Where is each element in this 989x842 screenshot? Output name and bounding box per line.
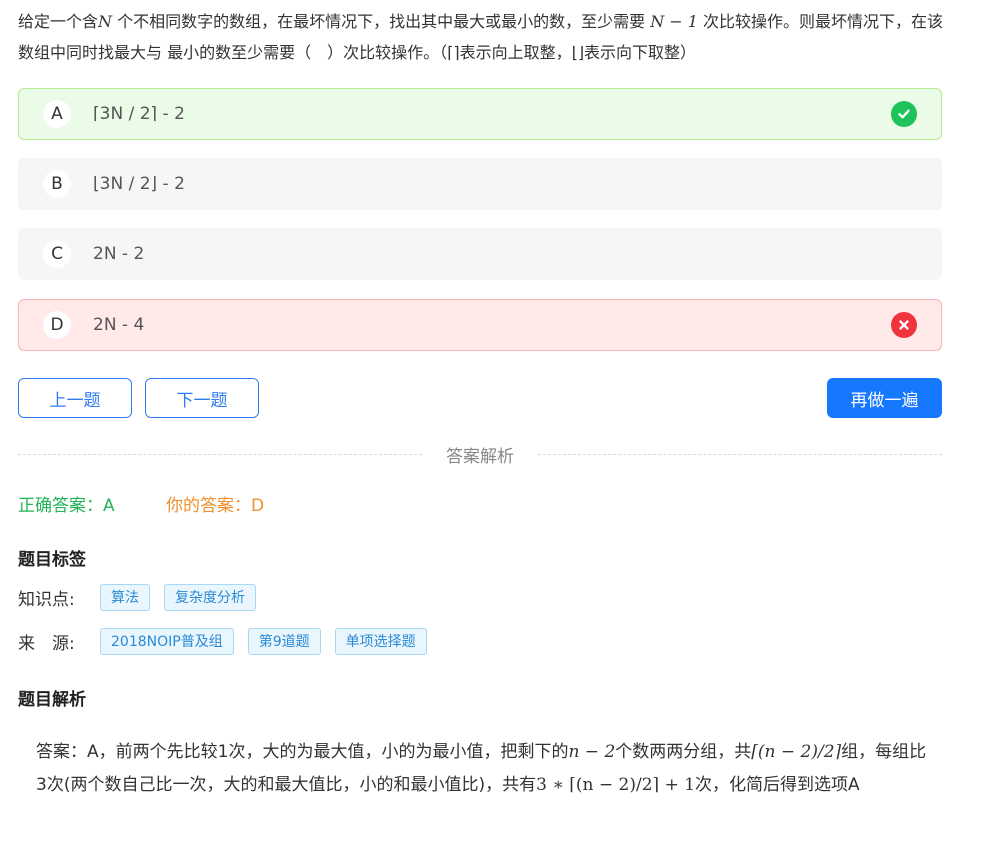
analysis-part: 答案：A，前两个先比较1次，大的为最大值，小的为最小值，把剩下的 <box>36 742 569 762</box>
close-icon <box>891 312 917 338</box>
question-part: 个不相同数字的数组，在最坏情况下，找出其中最大或最小的数，至少需要 <box>112 12 651 31</box>
tag-source[interactable]: 单项选择题 <box>334 627 427 655</box>
analysis-section-title: 题目解析 <box>18 690 86 710</box>
answer-result: 正确答案：A 你的答案：D <box>18 491 264 516</box>
option-d[interactable]: D 2N - 4 <box>18 299 942 351</box>
knowledge-row: 知识点: 算法 复杂度分析 <box>18 583 270 611</box>
question-math: N − 1 <box>650 12 698 31</box>
option-letter: A <box>43 100 71 128</box>
source-row: 来 源: 2018NOIP普及组 第9道题 单项选择题 <box>18 627 441 655</box>
next-question-button[interactable]: 下一题 <box>145 378 259 418</box>
tag-source[interactable]: 2018NOIP普及组 <box>100 627 234 655</box>
correct-answer-value: A <box>103 496 115 516</box>
tag-knowledge[interactable]: 复杂度分析 <box>164 583 256 611</box>
option-letter: D <box>43 311 71 339</box>
redo-button[interactable]: 再做一遍 <box>827 378 942 418</box>
answer-analysis-divider: 答案解析 <box>18 442 942 468</box>
your-answer-label: 你的答案： <box>166 496 251 516</box>
analysis-math: ⌈(n − 2)/2⌉ <box>751 742 842 762</box>
question-text: 给定一个含N 个不相同数字的数组，在最坏情况下，找出其中最大或最小的数，至少需要… <box>18 6 948 68</box>
analysis-math: n − 2 <box>568 742 616 762</box>
source-label: 来 源: <box>18 633 75 654</box>
correct-answer: 正确答案：A <box>18 496 115 516</box>
option-c[interactable]: C 2N - 2 <box>18 228 942 280</box>
option-letter: B <box>43 170 71 198</box>
option-text: ⌈3N / 2⌉ - 2 <box>93 104 185 124</box>
your-answer: 你的答案：D <box>166 491 264 516</box>
tags-section-title: 题目标签 <box>18 550 86 570</box>
analysis-part: 个数两两分组，共 <box>615 742 752 762</box>
check-icon <box>891 101 917 127</box>
correct-answer-label: 正确答案： <box>18 496 103 516</box>
analysis-text: 答案：A，前两个先比较1次，大的为最大值，小的为最小值，把剩下的n − 2个数两… <box>36 736 936 802</box>
tag-source[interactable]: 第9道题 <box>247 627 321 655</box>
option-b[interactable]: B ⌊3N / 2⌋ - 2 <box>18 158 942 210</box>
option-text: 2N - 2 <box>93 244 145 264</box>
question-part: 给定一个含 <box>18 12 99 31</box>
analysis-part: 次，化简后得到选项A <box>695 775 860 795</box>
your-answer-value: D <box>251 496 265 516</box>
option-letter: C <box>43 240 71 268</box>
prev-question-button[interactable]: 上一题 <box>18 378 132 418</box>
knowledge-label: 知识点: <box>18 589 75 610</box>
option-text: 2N - 4 <box>93 315 145 335</box>
analysis-math: 3 ∗ ⌈(n − 2)/2⌉ + 1 <box>536 775 696 795</box>
option-text: ⌊3N / 2⌋ - 2 <box>93 174 185 194</box>
divider-line <box>538 454 942 455</box>
question-math: N <box>98 12 113 31</box>
option-a[interactable]: A ⌈3N / 2⌉ - 2 <box>18 88 942 140</box>
tag-knowledge[interactable]: 算法 <box>100 583 150 611</box>
